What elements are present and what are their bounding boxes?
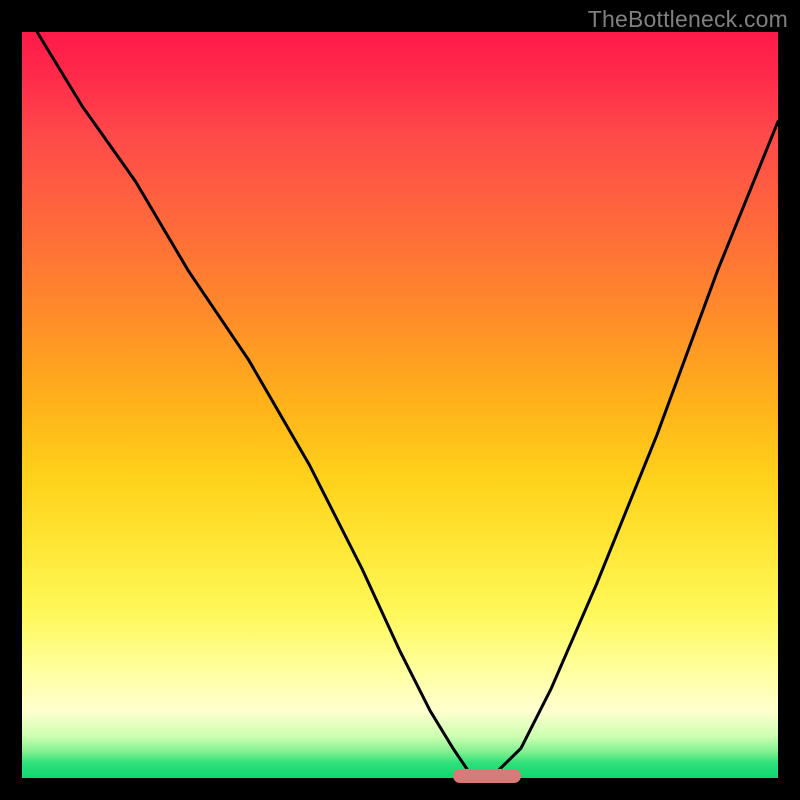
bottleneck-curve <box>22 32 778 778</box>
curve-path <box>37 32 778 774</box>
optimal-range-marker <box>453 769 521 783</box>
watermark-text: TheBottleneck.com <box>588 6 788 33</box>
plot-area <box>22 32 778 778</box>
chart-frame: TheBottleneck.com <box>0 0 800 800</box>
